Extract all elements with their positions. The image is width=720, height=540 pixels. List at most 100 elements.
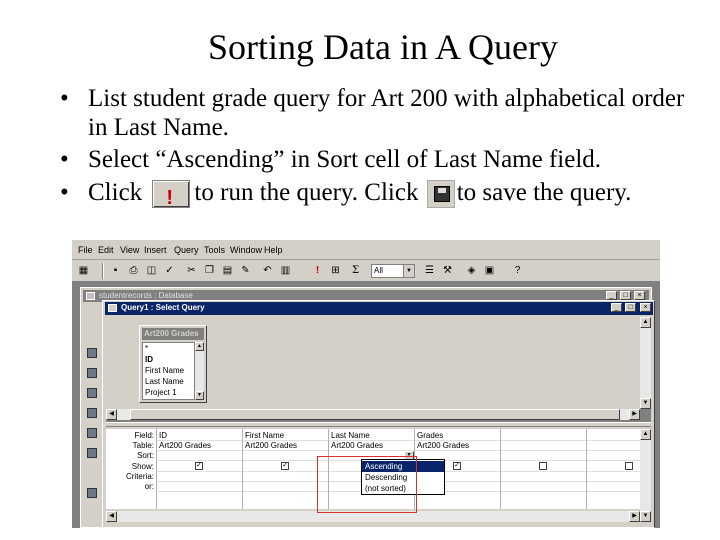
chevron-right-icon[interactable]: ▶	[629, 409, 640, 420]
reports-icon[interactable]	[87, 408, 97, 418]
maximize-button[interactable]: □	[620, 291, 631, 300]
run-glyph: !	[166, 187, 174, 210]
chevron-down-icon[interactable]: ▼	[640, 398, 651, 409]
database-window-icon[interactable]: ◈	[464, 263, 479, 278]
show-table-icon[interactable]: ⊞	[328, 263, 343, 278]
close-button[interactable]: ×	[640, 303, 651, 312]
chevron-up-icon[interactable]: ▲	[640, 429, 651, 440]
show-checkbox[interactable]: ✓	[281, 462, 289, 470]
table-pane-hscroll[interactable]: ◀ ▶	[106, 409, 640, 420]
field-list-item[interactable]: Project 1	[145, 388, 177, 397]
modules-icon[interactable]	[87, 488, 97, 498]
grid-column[interactable]	[500, 429, 501, 509]
tables-icon[interactable]	[87, 348, 97, 358]
format-painter-icon[interactable]: ✎	[238, 263, 253, 278]
undo-icon[interactable]: ↶	[260, 263, 275, 278]
forms-icon[interactable]	[87, 388, 97, 398]
minimize-button[interactable]: _	[606, 291, 617, 300]
sort-highlight-box	[317, 456, 417, 513]
grid-column[interactable]	[242, 429, 243, 509]
field-cell[interactable]: First Name	[245, 431, 284, 440]
field-list-item[interactable]: First Name	[145, 366, 184, 375]
field-cell[interactable]: Grades	[417, 431, 443, 440]
chevron-down-icon[interactable]: ▼	[195, 391, 204, 400]
row-label-show: Show:	[131, 462, 154, 471]
menu-insert[interactable]: Insert	[144, 245, 167, 255]
save-icon[interactable]: ▪	[108, 263, 123, 278]
show-checkbox[interactable]: ✓	[453, 462, 461, 470]
field-cell[interactable]: Last Name	[331, 431, 370, 440]
help-icon[interactable]: ?	[510, 263, 525, 278]
floppy-disk-icon	[426, 180, 455, 209]
menu-help[interactable]: Help	[264, 245, 283, 255]
close-button[interactable]: ×	[634, 291, 645, 300]
field-cell[interactable]: ID	[159, 431, 167, 440]
spelling-icon[interactable]: ✓	[162, 263, 177, 278]
field-list-item[interactable]: Last Name	[145, 377, 184, 386]
menu-edit[interactable]: Edit	[98, 245, 114, 255]
scroll-thumb[interactable]	[130, 409, 620, 420]
pane-splitter[interactable]	[106, 422, 651, 427]
print-icon[interactable]: ⎙	[126, 263, 141, 278]
chevron-right-icon[interactable]: ▶	[629, 511, 640, 522]
chevron-left-icon[interactable]: ◀	[106, 511, 117, 522]
row-label-table: Table:	[132, 441, 154, 450]
query-icon	[108, 304, 117, 312]
chevron-left-icon[interactable]: ◀	[106, 409, 117, 420]
grid-vscroll[interactable]: ▲ ▼	[640, 429, 651, 522]
view-icon[interactable]: ▦	[76, 263, 91, 278]
table-pane-vscroll[interactable]: ▲ ▼	[640, 317, 651, 409]
build-icon[interactable]: ⚒	[440, 263, 455, 278]
menubar: File Edit View Insert Query Tools Window…	[72, 240, 660, 260]
bullet-item: Click ! to run the query. Click to save t…	[60, 178, 710, 209]
grid-column[interactable]	[586, 429, 587, 509]
row-label-or: or:	[144, 482, 154, 491]
chevron-down-icon[interactable]: ▼	[640, 511, 651, 522]
show-checkbox[interactable]	[625, 462, 633, 470]
paste-icon[interactable]: ▤	[220, 263, 235, 278]
top-values-combo[interactable]: All ▼	[371, 264, 415, 278]
chevron-up-icon[interactable]: ▲	[195, 342, 204, 351]
menu-file[interactable]: File	[78, 245, 93, 255]
field-list-art200-grades[interactable]: Art200 Grades * ID First Name Last Name …	[139, 325, 207, 403]
show-checkbox[interactable]: ✓	[195, 462, 203, 470]
grid-column[interactable]	[156, 429, 157, 509]
table-cell[interactable]: Art200 Grades	[245, 441, 297, 450]
run-exclamation-icon: !	[152, 180, 191, 209]
print-preview-icon[interactable]: ◫	[144, 263, 159, 278]
queries-icon[interactable]	[87, 368, 97, 378]
field-list-body: * ID First Name Last Name Project 1	[142, 342, 195, 400]
field-list-item[interactable]: ID	[145, 355, 153, 364]
totals-icon[interactable]: Σ	[348, 263, 363, 278]
menu-tools[interactable]: Tools	[204, 245, 225, 255]
cut-icon[interactable]: ✂	[184, 263, 199, 278]
run-icon[interactable]: !	[310, 263, 325, 278]
field-list-title: Art200 Grades	[142, 328, 204, 340]
bullet-list: List student grade query for Art 200 wit…	[60, 84, 710, 209]
query-titlebar: Query1 : Select Query _ □ ×	[105, 302, 653, 315]
copy-icon[interactable]: ❐	[202, 263, 217, 278]
menu-query[interactable]: Query	[174, 245, 199, 255]
pages-icon[interactable]	[87, 428, 97, 438]
field-list-scrollbar[interactable]: ▲ ▼	[195, 342, 204, 400]
menu-view[interactable]: View	[120, 245, 139, 255]
query-type-icon[interactable]: ▥	[278, 263, 293, 278]
table-cell[interactable]: Art200 Grades	[417, 441, 469, 450]
bullet-item: Select “Ascending” in Sort cell of Last …	[60, 145, 710, 176]
chevron-up-icon[interactable]: ▲	[640, 317, 651, 328]
chevron-down-icon[interactable]: ▼	[403, 265, 414, 277]
show-checkbox[interactable]	[539, 462, 547, 470]
row-label-field: Field:	[134, 431, 154, 440]
table-cell[interactable]: Art200 Grades	[331, 441, 383, 450]
macros-icon[interactable]	[87, 448, 97, 458]
slide-title: Sorting Data in A Query	[208, 27, 558, 67]
database-icon	[86, 292, 95, 300]
menu-window[interactable]: Window	[230, 245, 262, 255]
maximize-button[interactable]: □	[625, 303, 636, 312]
minimize-button[interactable]: _	[611, 303, 622, 312]
table-cell[interactable]: Art200 Grades	[159, 441, 211, 450]
field-list-item[interactable]: *	[145, 344, 148, 353]
properties-icon[interactable]: ☰	[422, 263, 437, 278]
new-object-icon[interactable]: ▣	[482, 263, 497, 278]
database-object-bar	[87, 348, 97, 518]
